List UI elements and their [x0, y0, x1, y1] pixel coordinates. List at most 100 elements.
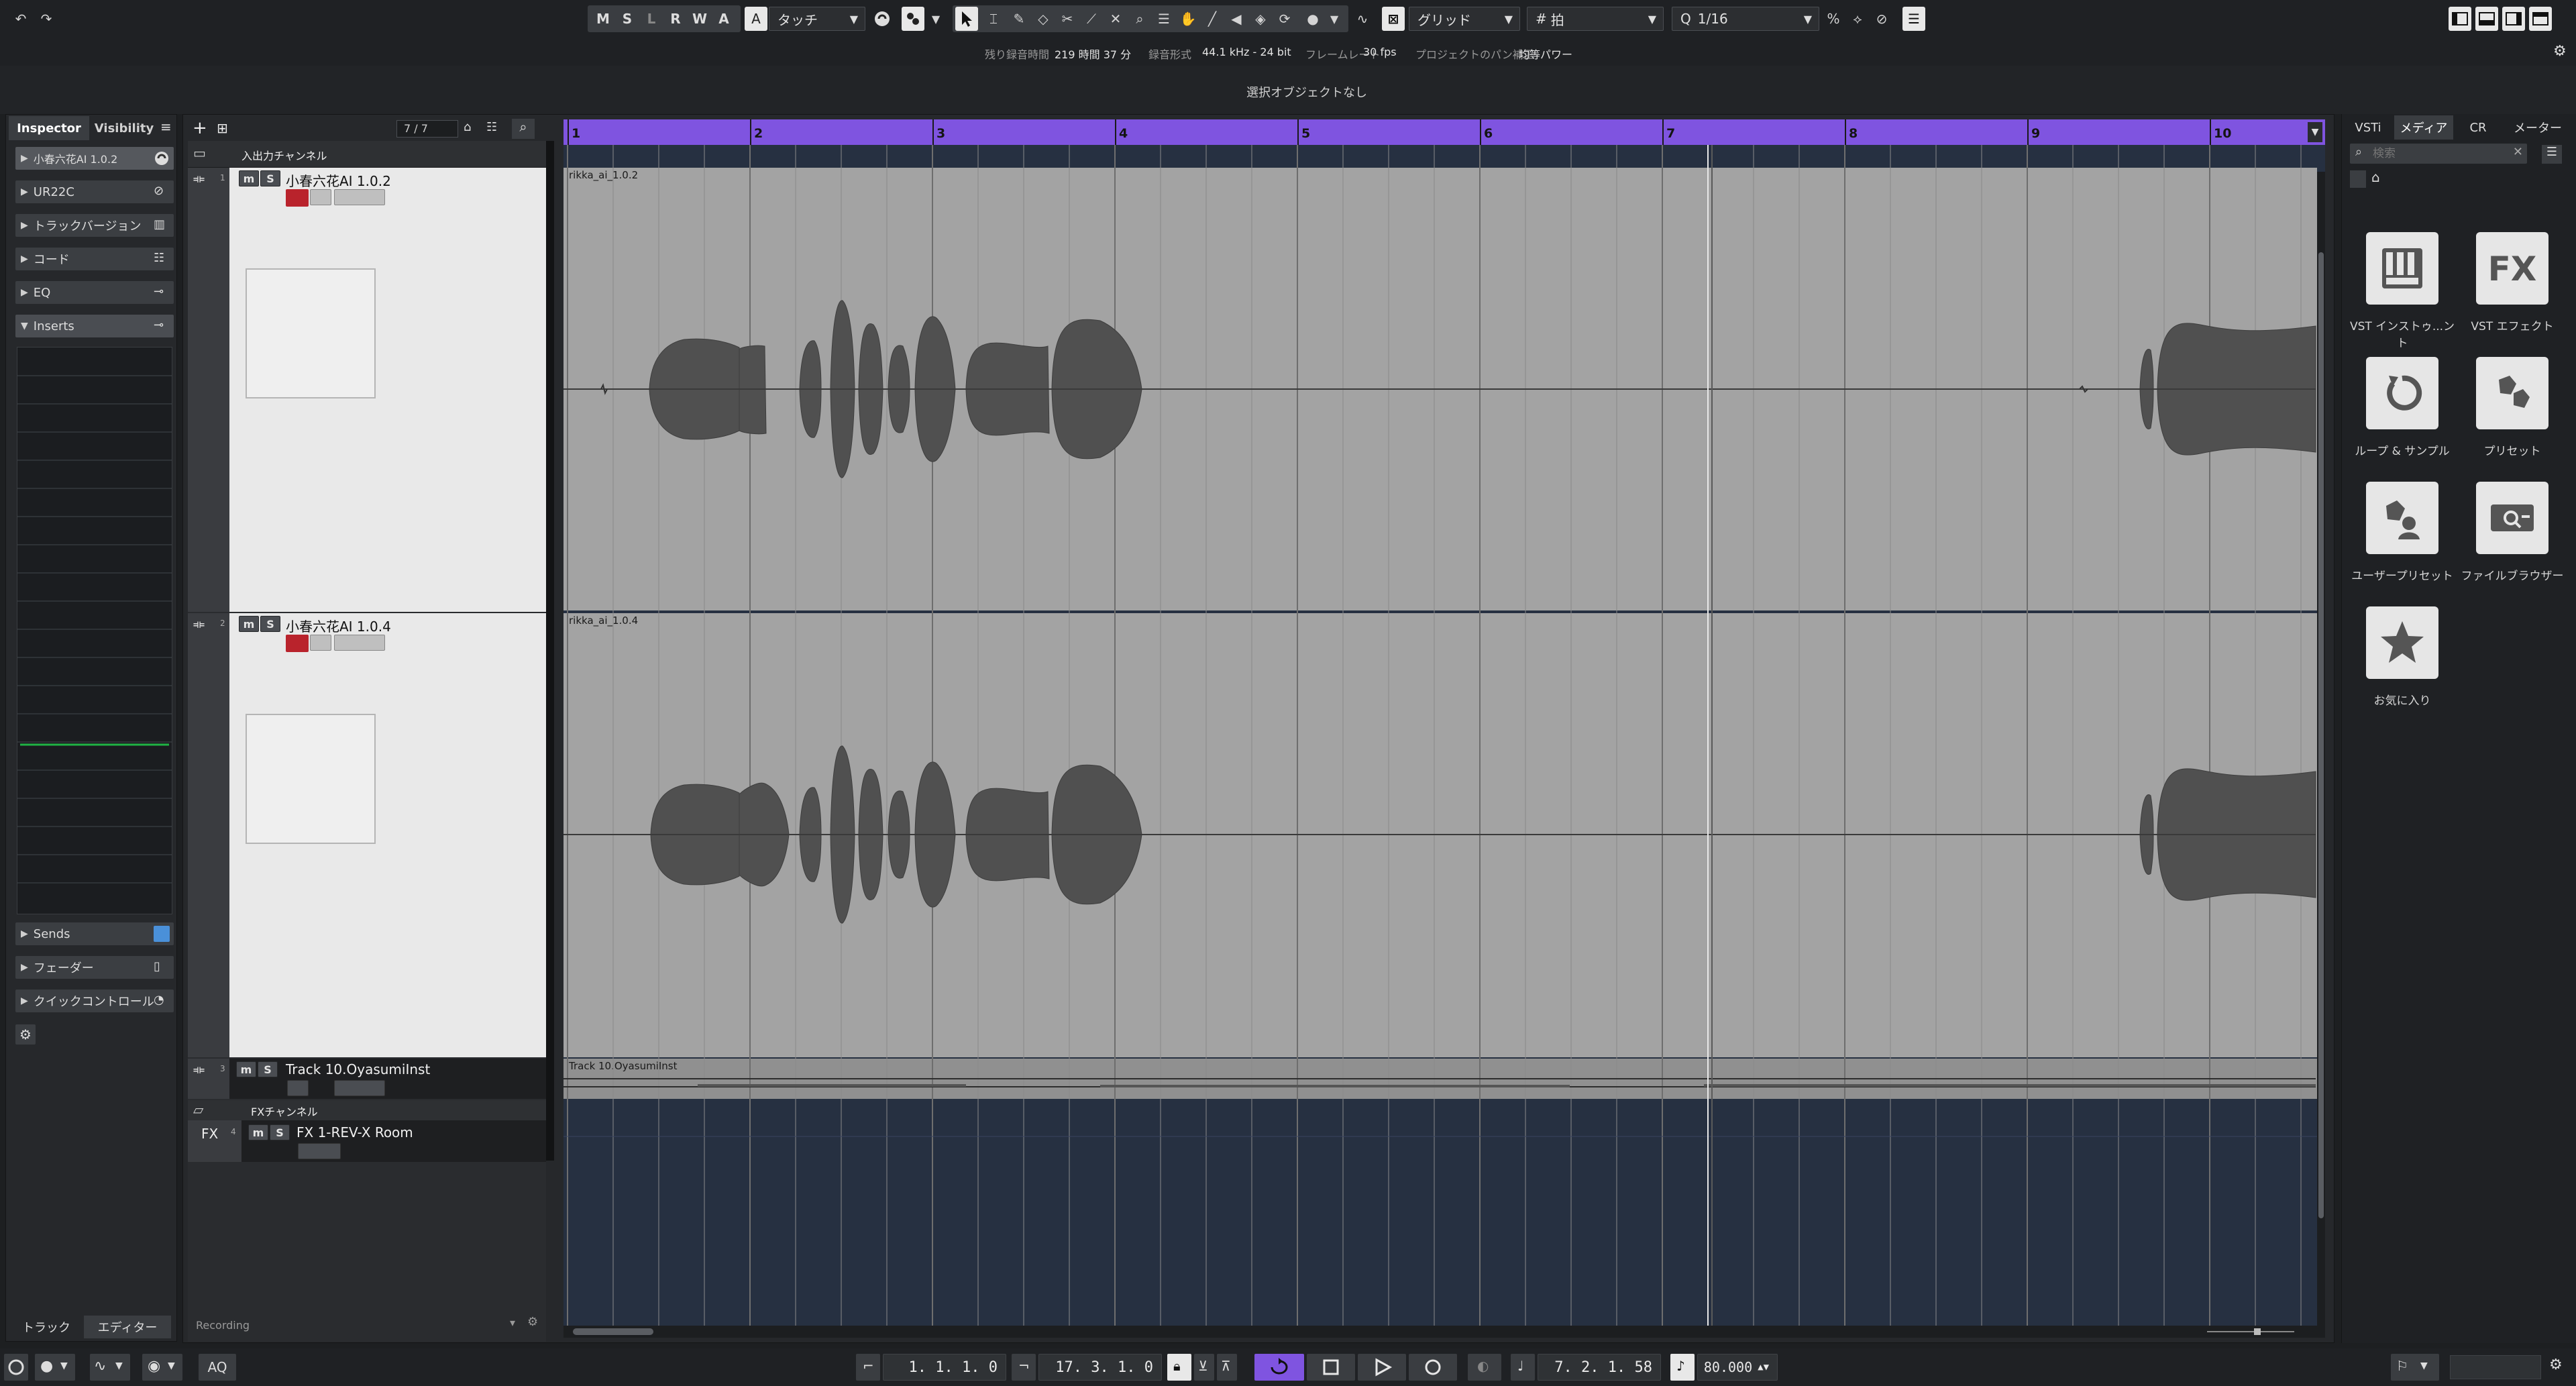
- track-2[interactable]: ⟚ 2 m S 小春六花AI 1.0.4: [188, 613, 546, 1057]
- horizontal-scrollbar[interactable]: [564, 1326, 2325, 1338]
- track-name[interactable]: 小春六花AI 1.0.4: [286, 616, 391, 635]
- gear-icon[interactable]: ⚙: [2553, 43, 2571, 60]
- pan-value[interactable]: 均等パワー: [1519, 46, 1572, 62]
- solo-button[interactable]: S: [260, 616, 280, 632]
- media-tile-favorites[interactable]: [2366, 606, 2438, 679]
- rec-time-value[interactable]: 219 時間 37 分: [1055, 46, 1131, 62]
- vertical-scrollbar-thumb[interactable]: [2318, 252, 2324, 1218]
- auto-quantize-button[interactable]: AQ: [199, 1354, 236, 1381]
- inspector-section-sends[interactable]: ▶ Sends: [15, 922, 174, 945]
- inspector-section-quick-controls[interactable]: ▶ クイックコントロール ◔: [15, 990, 174, 1012]
- folder-icon[interactable]: ▭: [193, 145, 212, 161]
- tempo-track-icon[interactable]: ♪: [1670, 1354, 1695, 1381]
- snap-on-icon[interactable]: ⊠: [1382, 7, 1405, 31]
- punch-out-icon[interactable]: ⊼: [1217, 1354, 1237, 1381]
- read-write-button[interactable]: [298, 1143, 341, 1159]
- chevron-down-icon[interactable]: ▼: [927, 7, 945, 31]
- gear-icon[interactable]: ⚙: [2549, 1356, 2563, 1373]
- track-list-splitter[interactable]: [546, 141, 554, 1161]
- tempo-stepper-icon[interactable]: ▲▼: [1758, 1362, 1769, 1373]
- track-name[interactable]: 小春六花AI 1.0.2: [286, 170, 391, 190]
- search-icon[interactable]: ⌕: [512, 119, 535, 139]
- track-preset-icon[interactable]: ⊞: [217, 120, 237, 138]
- glue-tool-icon[interactable]: ⟋: [1080, 7, 1103, 31]
- gear-icon[interactable]: ⚙: [15, 1024, 36, 1045]
- position-display[interactable]: 7. 2. 1. 58: [1538, 1354, 1661, 1381]
- monitor-button[interactable]: [287, 1080, 309, 1096]
- clear-icon[interactable]: ✕: [2513, 145, 2523, 159]
- folder-track-fx[interactable]: ▱ FXチャンネル: [188, 1100, 546, 1120]
- inspector-section-fader[interactable]: ▶ フェーダー ▯: [15, 956, 174, 979]
- comp-tool-icon[interactable]: ☰: [1152, 7, 1175, 31]
- line-tool-icon[interactable]: ╱: [1201, 7, 1224, 31]
- iterative-quantize-icon[interactable]: %: [1822, 7, 1845, 31]
- note-icon[interactable]: ♩: [1511, 1354, 1535, 1381]
- media-tile-vst-instruments[interactable]: [2366, 232, 2438, 305]
- frame-rate-value[interactable]: 30 fps: [1363, 46, 1397, 58]
- ruler-options-icon[interactable]: ▼: [2308, 122, 2322, 142]
- snap-mode-icon[interactable]: [902, 7, 924, 31]
- undo-icon[interactable]: ↶: [9, 7, 32, 31]
- solo-button[interactable]: S: [258, 1061, 278, 1077]
- tab-meter[interactable]: メーター: [2503, 115, 2573, 140]
- layout-toggle-icon[interactable]: [2529, 7, 2552, 31]
- folder-open-icon[interactable]: ▱: [193, 1102, 203, 1118]
- speaker-tool-icon[interactable]: ◀: [1225, 7, 1248, 31]
- track-picture[interactable]: [246, 268, 376, 398]
- stop-button[interactable]: [1307, 1354, 1355, 1381]
- constrain-delay-icon[interactable]: [871, 7, 894, 31]
- refresh-tool-icon[interactable]: ⟳: [1273, 7, 1296, 31]
- solo-mode-button[interactable]: S: [616, 7, 639, 31]
- add-track-icon[interactable]: +: [193, 119, 213, 138]
- color-tool-icon[interactable]: ◈: [1249, 7, 1272, 31]
- track-4[interactable]: FX 4 m S FX 1-REV-X Room: [188, 1120, 546, 1162]
- inspector-section-chord[interactable]: ▶ コード ☷: [15, 248, 174, 270]
- media-tile-loops-samples[interactable]: [2366, 357, 2438, 429]
- zoom-slider[interactable]: [2200, 1327, 2301, 1336]
- go-to-right-locator-icon[interactable]: ¬: [1012, 1354, 1036, 1381]
- track-count[interactable]: 7 / 7: [396, 120, 458, 138]
- performance-icon[interactable]: [4, 1354, 28, 1381]
- pencil-tool-icon[interactable]: ✎: [1008, 7, 1030, 31]
- mute-button[interactable]: m: [248, 1124, 268, 1140]
- right-locator-display[interactable]: 17. 3. 1. 0: [1038, 1354, 1162, 1381]
- auto-scroll-icon[interactable]: ∿: [1351, 7, 1374, 31]
- tab-inspector[interactable]: Inspector: [9, 116, 89, 140]
- left-locator-display[interactable]: 1. 1. 1. 0: [883, 1354, 1006, 1381]
- gear-icon[interactable]: ⚙: [527, 1315, 538, 1329]
- vertical-scrollbar[interactable]: [2317, 172, 2325, 1326]
- inspector-section-track-versions[interactable]: ▶ トラックバージョン ▥: [15, 214, 174, 237]
- mute-mode-button[interactable]: M: [592, 7, 614, 31]
- mute-button[interactable]: m: [236, 1061, 256, 1077]
- quantize-select[interactable]: Q 1/16 ▼: [1672, 7, 1819, 31]
- tab-vsti[interactable]: VSTi: [2345, 115, 2392, 140]
- monitor-button[interactable]: [310, 189, 331, 205]
- media-tile-presets[interactable]: [2476, 357, 2548, 429]
- media-tile-vst-effects[interactable]: FX: [2476, 232, 2548, 305]
- timeline-ruler[interactable]: 1 2 3 4 5 6 7 8 9 10 ▼: [564, 119, 2325, 145]
- folder-track-io[interactable]: ▭ 入出力チャンネル: [188, 141, 546, 168]
- mute-button[interactable]: m: [239, 170, 259, 186]
- inspector-section-eq[interactable]: ▶ EQ ⊸: [15, 281, 174, 304]
- media-tile-file-browser[interactable]: [2476, 482, 2548, 554]
- zoom-tool-icon[interactable]: ⌕: [1128, 7, 1151, 31]
- media-search-field[interactable]: ⌕ ✕: [2350, 144, 2527, 164]
- hand-tool-icon[interactable]: ✋: [1177, 7, 1199, 31]
- monitor-button[interactable]: [310, 635, 331, 651]
- read-write-button[interactable]: [334, 635, 385, 651]
- tab-media[interactable]: メディア: [2394, 115, 2453, 140]
- read-write-button[interactable]: [334, 189, 385, 205]
- play-button[interactable]: [1358, 1354, 1406, 1381]
- listen-mode-button[interactable]: L: [640, 7, 663, 31]
- automation-icon[interactable]: A: [745, 7, 767, 31]
- sends-icon[interactable]: [154, 926, 170, 942]
- left-zone-toggle-icon[interactable]: [2449, 7, 2471, 31]
- cycle-record-select[interactable]: ◉ ▼: [142, 1354, 182, 1381]
- media-search-input[interactable]: [2373, 146, 2500, 162]
- chevron-down-icon[interactable]: ▾: [510, 1316, 515, 1329]
- track-picture[interactable]: [246, 714, 376, 844]
- track-name[interactable]: FX 1-REV-X Room: [297, 1124, 413, 1140]
- rec-format-value[interactable]: 44.1 kHz - 24 bit: [1202, 46, 1291, 58]
- home-icon[interactable]: ⌂: [2371, 169, 2380, 185]
- record-button[interactable]: [1409, 1354, 1457, 1381]
